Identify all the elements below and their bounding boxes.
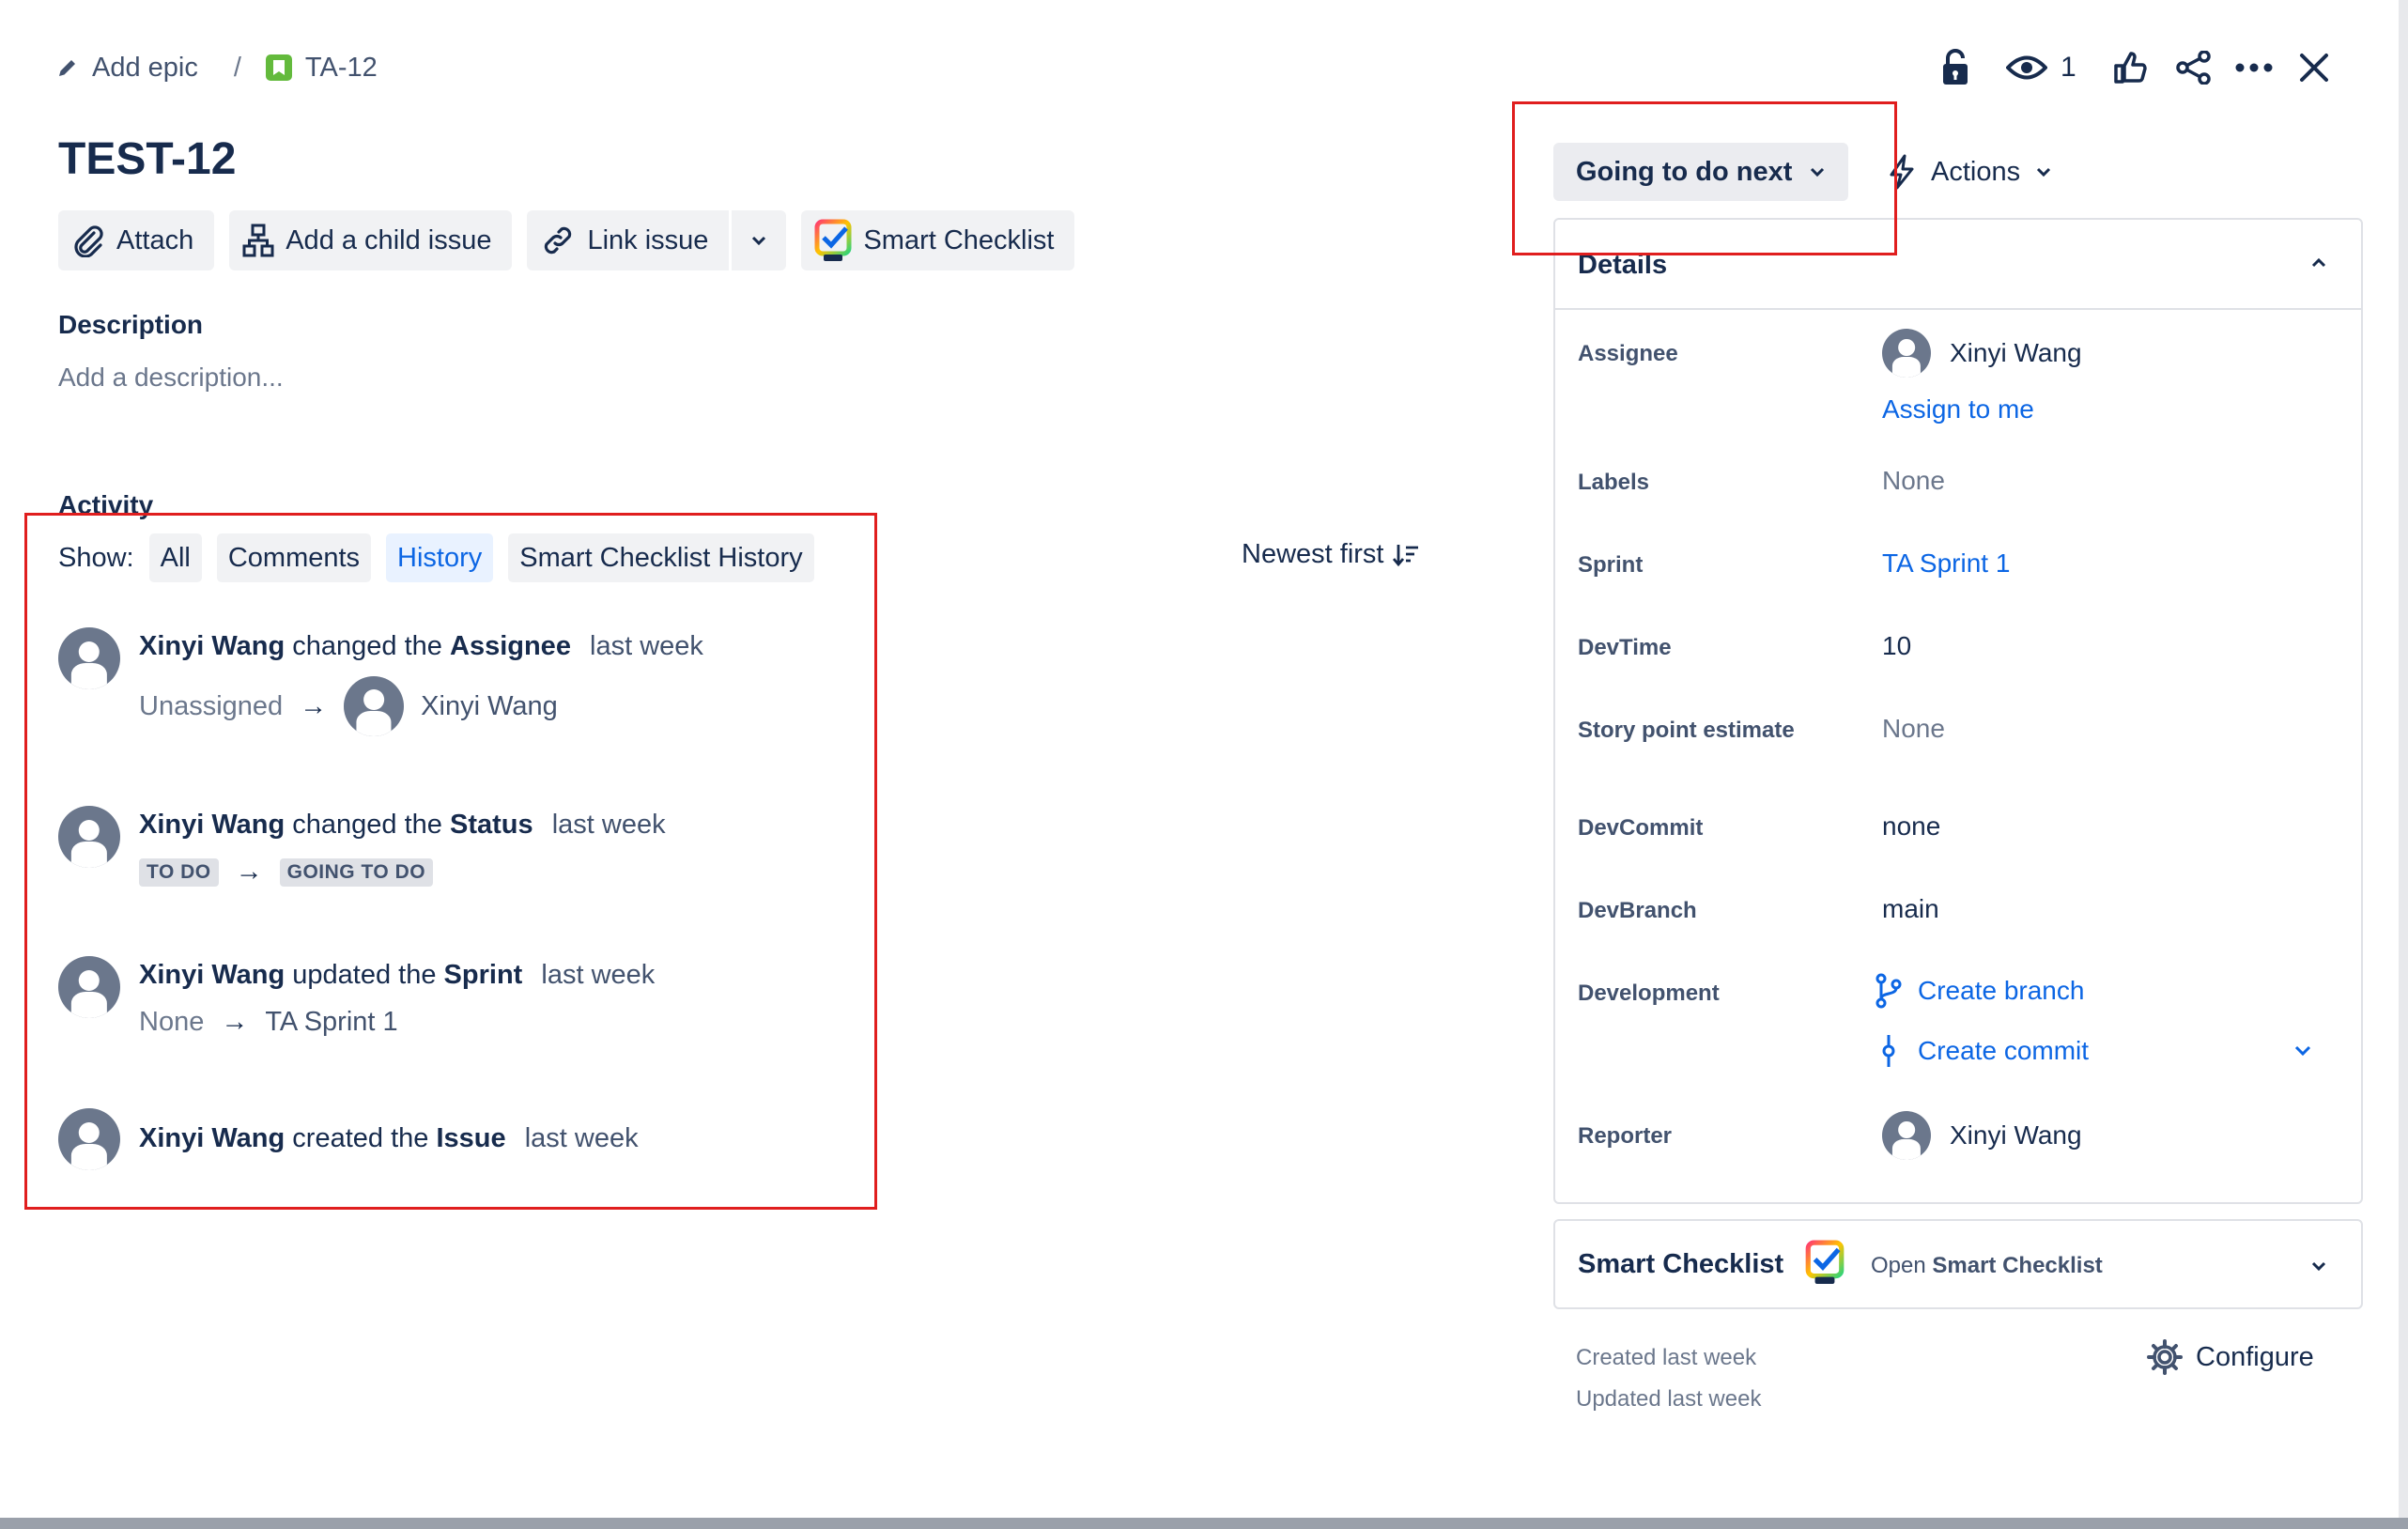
issue-key: TA-12 xyxy=(304,52,378,83)
breadcrumb-separator: / xyxy=(233,52,241,83)
attach-button[interactable]: Attach xyxy=(58,210,215,270)
smart-checklist-logo-icon xyxy=(814,219,852,261)
devcommit-label: DevCommit xyxy=(1578,815,1704,841)
story-point-value[interactable]: None xyxy=(1882,714,1945,744)
devbranch-value[interactable]: main xyxy=(1882,894,1939,924)
close-icon[interactable] xyxy=(2293,43,2335,92)
devcommit-value[interactable]: none xyxy=(1882,811,1940,842)
create-branch-label: Create branch xyxy=(1918,976,2085,1005)
breadcrumb: Add epic / TA-12 xyxy=(56,49,378,86)
development-label: Development xyxy=(1578,981,1720,1006)
open-name: Smart Checklist xyxy=(1932,1253,2103,1278)
assignee-value[interactable]: Xinyi Wang xyxy=(1882,329,2082,378)
reporter-label: Reporter xyxy=(1578,1123,1673,1149)
link-icon xyxy=(545,226,572,255)
story-type-icon xyxy=(265,54,292,81)
link-issue-label: Link issue xyxy=(587,224,709,255)
sort-icon xyxy=(1393,544,1419,566)
smart-checklist-logo-icon xyxy=(1805,1240,1845,1284)
avatar xyxy=(1882,1111,1931,1160)
open-prefix: Open xyxy=(1871,1253,1926,1278)
highlight-box-status xyxy=(1512,101,1897,255)
actions-button[interactable]: Actions xyxy=(1888,143,2052,201)
description-editor[interactable]: Add a description... xyxy=(58,363,284,393)
more-icon[interactable] xyxy=(2233,43,2275,92)
lock-icon[interactable] xyxy=(1937,43,1974,92)
add-epic-link[interactable]: Add epic xyxy=(56,53,198,84)
create-commit-label: Create commit xyxy=(1918,1036,2090,1065)
branch-icon xyxy=(1875,973,1902,1009)
development-expand[interactable] xyxy=(2293,1044,2312,1062)
avatar xyxy=(1882,329,1931,378)
open-smart-checklist-link[interactable]: Open Smart Checklist xyxy=(1871,1253,2103,1279)
labels-value[interactable]: None xyxy=(1882,466,1945,496)
story-point-label: Story point estimate xyxy=(1578,718,1795,743)
created-timestamp: Created last week xyxy=(1576,1345,1757,1370)
eye-icon xyxy=(2006,55,2047,80)
smart-checklist-label: Smart Checklist xyxy=(863,224,1055,255)
watch-count: 1 xyxy=(2061,52,2076,83)
paperclip-icon xyxy=(74,225,103,257)
sprint-label: Sprint xyxy=(1578,552,1644,578)
assign-to-me-link[interactable]: Assign to me xyxy=(1882,394,2034,425)
hierarchy-icon xyxy=(242,224,274,257)
watch-button[interactable]: 1 xyxy=(2006,43,2076,92)
configure-button[interactable]: Configure xyxy=(2147,1339,2314,1375)
commit-icon xyxy=(1882,1035,1895,1067)
gear-icon xyxy=(2147,1339,2183,1375)
attach-label: Attach xyxy=(116,224,194,255)
share-icon[interactable] xyxy=(2173,43,2215,92)
window-bottom-edge xyxy=(0,1518,2408,1529)
create-commit-link[interactable]: Create commit xyxy=(1875,1033,2089,1069)
chevron-down-icon xyxy=(2311,1261,2326,1272)
sort-order-button[interactable]: Newest first xyxy=(1242,539,1419,570)
add-epic-label: Add epic xyxy=(92,52,198,83)
issue-key-link[interactable]: TA-12 xyxy=(265,52,378,84)
devtime-value[interactable]: 10 xyxy=(1882,631,1911,661)
pencil-icon xyxy=(59,60,75,76)
actions-label: Actions xyxy=(1931,156,2021,187)
labels-label: Labels xyxy=(1578,470,1650,495)
assignee-name: Xinyi Wang xyxy=(1950,338,2082,367)
assignee-label: Assignee xyxy=(1578,341,1678,366)
sprint-value[interactable]: TA Sprint 1 xyxy=(1882,548,2010,579)
chevron-down-icon xyxy=(752,236,766,246)
chevron-up-icon xyxy=(2311,257,2326,268)
link-issue-dropdown[interactable] xyxy=(732,210,787,270)
scrollbar-track[interactable] xyxy=(2399,0,2408,1529)
add-child-label: Add a child issue xyxy=(286,224,492,255)
add-child-issue-button[interactable]: Add a child issue xyxy=(229,210,513,270)
devbranch-label: DevBranch xyxy=(1578,898,1697,923)
smart-checklist-button[interactable]: Smart Checklist xyxy=(801,210,1075,270)
chevron-down-icon xyxy=(2037,167,2051,178)
configure-label: Configure xyxy=(2196,1341,2314,1372)
like-icon[interactable] xyxy=(2109,43,2151,92)
highlight-box-history xyxy=(24,513,877,1210)
smart-checklist-panel[interactable]: Smart Checklist Open Smart Checklist xyxy=(1553,1219,2363,1309)
reporter-name: Xinyi Wang xyxy=(1950,1120,2082,1150)
link-issue-split-button: Link issue xyxy=(527,210,787,270)
sort-label: Newest first xyxy=(1242,539,1384,569)
smart-checklist-title: Smart Checklist xyxy=(1578,1249,1784,1279)
updated-timestamp: Updated last week xyxy=(1576,1386,1762,1412)
create-branch-link[interactable]: Create branch xyxy=(1875,973,2084,1009)
description-heading: Description xyxy=(58,310,204,339)
reporter-value[interactable]: Xinyi Wang xyxy=(1882,1111,2082,1160)
issue-title[interactable]: TEST-12 xyxy=(58,133,236,185)
issue-action-toolbar: Attach Add a child issue Link issue Smar… xyxy=(58,210,1075,270)
chevron-down-icon xyxy=(2294,1045,2311,1057)
devtime-label: DevTime xyxy=(1578,635,1672,660)
link-issue-button[interactable]: Link issue xyxy=(527,210,730,270)
